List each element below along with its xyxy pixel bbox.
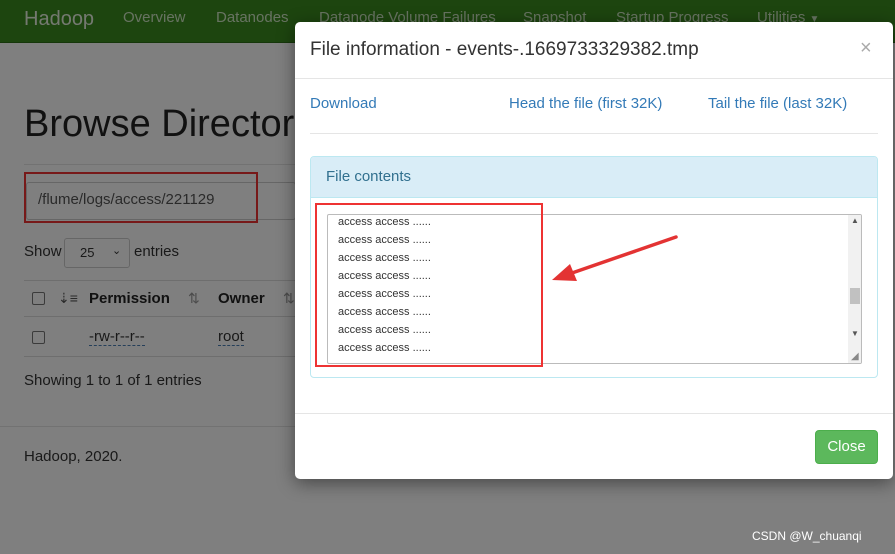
watermark: CSDN @W_chuanqi <box>752 529 862 543</box>
annotation-arrow-icon <box>552 235 678 281</box>
